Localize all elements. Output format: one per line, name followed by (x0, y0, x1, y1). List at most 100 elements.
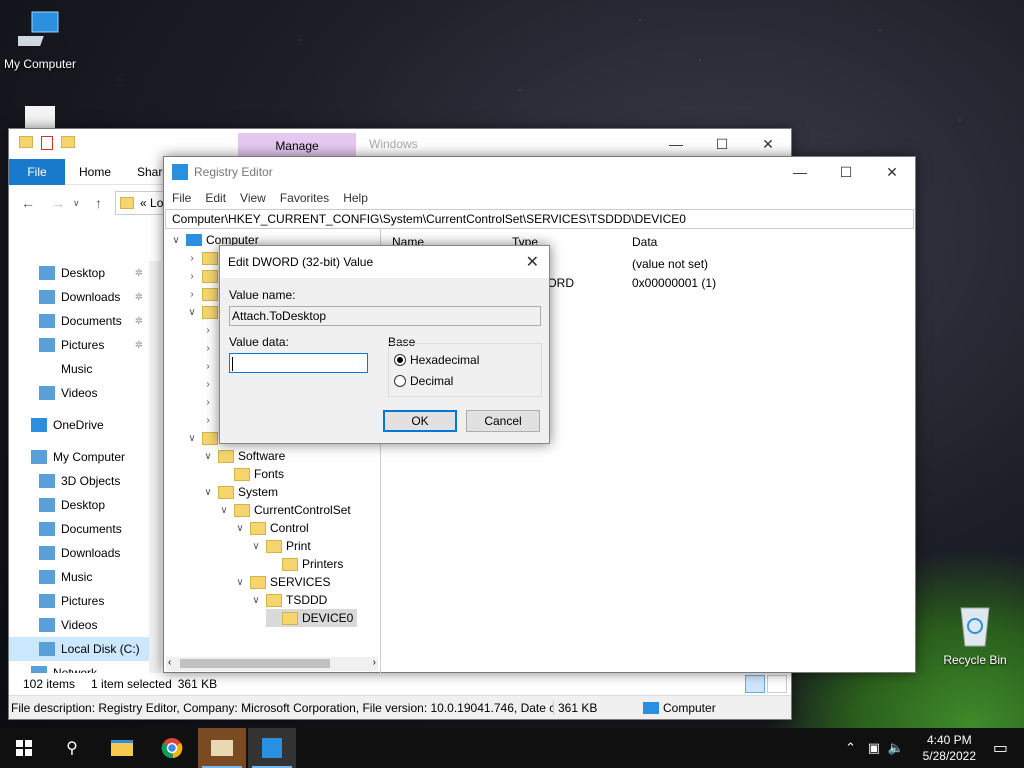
hexadecimal-radio[interactable]: Hexadecimal (394, 353, 479, 367)
tree-node-hkcc[interactable]: ∨ (186, 429, 222, 447)
nav-item[interactable]: Downloads (9, 541, 149, 565)
tree-node[interactable]: › (186, 249, 222, 267)
chevron-right-icon[interactable]: › (186, 289, 198, 300)
nav-item[interactable]: Documents ✲ (9, 309, 149, 333)
maximize-icon[interactable]: ☐ (823, 157, 869, 187)
tree-node[interactable]: › (202, 375, 214, 393)
tree-node-device0[interactable]: DEVICE0 (266, 609, 358, 627)
tree-node-software[interactable]: ∨ Software (202, 447, 285, 465)
edit-dword-dialog[interactable]: Edit DWORD (32-bit) Value ✕ Value name: … (219, 245, 550, 444)
ribbon-file-tab[interactable]: File (9, 159, 65, 185)
nav-item[interactable]: OneDrive (9, 413, 149, 437)
chevron-down-icon[interactable]: ∨ (170, 235, 182, 246)
chevron-right-icon[interactable]: › (202, 325, 214, 336)
nav-item[interactable]: Downloads ✲ (9, 285, 149, 309)
menu-file[interactable]: File (172, 191, 191, 205)
taskbar-clock[interactable]: 4:40 PM 5/28/2022 (923, 732, 976, 764)
registry-path-bar[interactable]: Computer\HKEY_CURRENT_CONFIG\System\Curr… (165, 209, 914, 229)
chevron-right-icon[interactable]: › (202, 361, 214, 372)
chevron-down-icon[interactable]: ∨ (234, 577, 246, 588)
menu-help[interactable]: Help (343, 191, 368, 205)
pin-icon[interactable]: ✲ (135, 292, 143, 303)
tree-node-print[interactable]: ∨ Print (250, 537, 310, 555)
nav-item[interactable]: Videos (9, 613, 149, 637)
desktop-icon-recycle-bin[interactable]: Recycle Bin (935, 602, 1015, 667)
nav-item[interactable]: 3D Objects (9, 469, 149, 493)
value-name-field[interactable]: Attach.ToDesktop (229, 306, 541, 326)
nav-item[interactable]: Network (9, 661, 149, 673)
chevron-right-icon[interactable]: › (202, 343, 214, 354)
explorer-titlebar[interactable]: Manage Windows — ☐ ✕ (9, 129, 791, 159)
pin-icon[interactable]: ✲ (135, 316, 143, 327)
taskbar-chrome[interactable] (148, 728, 196, 768)
scroll-right-icon[interactable]: › (373, 657, 376, 668)
notification-icon[interactable]: ▭ (993, 738, 1008, 758)
volume-icon[interactable]: 🔈 (888, 740, 904, 756)
tree-node-fonts[interactable]: Fonts (218, 465, 284, 483)
properties-icon[interactable] (41, 136, 53, 150)
desktop-file-icon[interactable] (22, 106, 58, 130)
taskbar-app[interactable] (198, 728, 246, 768)
ribbon-home-tab[interactable]: Home (79, 159, 111, 185)
tree-node-printers[interactable]: Printers (266, 555, 343, 573)
large-icons-view-icon[interactable] (767, 675, 787, 693)
tree-node[interactable]: › (202, 357, 214, 375)
tree-node[interactable]: › (186, 285, 222, 303)
close-icon[interactable]: ✕ (745, 129, 791, 159)
new-folder-icon[interactable] (61, 136, 75, 148)
chevron-right-icon[interactable]: › (202, 379, 214, 390)
minimize-icon[interactable]: — (653, 129, 699, 159)
tree-node[interactable]: › (186, 267, 222, 285)
chevron-down-icon[interactable]: ∨ (218, 505, 230, 516)
tree-node[interactable]: ∨ (186, 303, 222, 321)
chevron-right-icon[interactable]: › (202, 397, 214, 408)
nav-item[interactable]: Pictures ✲ (9, 333, 149, 357)
start-button[interactable] (0, 728, 48, 768)
tree-node-control[interactable]: ∨ Control (234, 519, 308, 537)
scroll-thumb[interactable] (180, 659, 330, 668)
nav-item[interactable]: Music (9, 357, 149, 381)
close-icon[interactable]: ✕ (869, 157, 915, 187)
recent-chevron-icon[interactable]: ∨ (73, 198, 80, 209)
chevron-down-icon[interactable]: ∨ (186, 307, 198, 318)
chevron-right-icon[interactable]: › (202, 415, 214, 426)
nav-item[interactable]: Pictures (9, 589, 149, 613)
nav-item[interactable]: Videos (9, 381, 149, 405)
dialog-titlebar[interactable]: Edit DWORD (32-bit) Value ✕ (220, 246, 549, 278)
chevron-up-icon[interactable]: ⌃ (845, 740, 856, 756)
tree-node-system[interactable]: ∨ System (202, 483, 278, 501)
regedit-titlebar[interactable]: Registry Editor — ☐ ✕ (164, 157, 915, 187)
tree-node[interactable]: › (202, 321, 214, 339)
menu-view[interactable]: View (240, 191, 266, 205)
chevron-down-icon[interactable]: ∨ (250, 541, 262, 552)
tree-node[interactable]: › (202, 411, 214, 429)
chevron-down-icon[interactable]: ∨ (202, 451, 214, 462)
scroll-left-icon[interactable]: ‹ (168, 657, 171, 668)
nav-item[interactable]: Desktop ✲ (9, 261, 149, 285)
chevron-right-icon[interactable]: › (186, 253, 198, 264)
pin-icon[interactable]: ✲ (135, 340, 143, 351)
menu-favorites[interactable]: Favorites (280, 191, 329, 205)
details-view-icon[interactable] (745, 675, 765, 693)
nav-item[interactable]: Local Disk (C:) (9, 637, 149, 661)
nav-item[interactable]: Desktop (9, 493, 149, 517)
nav-pane-scrollbar[interactable] (149, 261, 161, 673)
chevron-down-icon[interactable]: ∨ (250, 595, 262, 606)
column-data[interactable]: Data (632, 235, 657, 249)
tree-node-currentcontrolset[interactable]: ∨ CurrentControlSet (218, 501, 350, 519)
search-icon[interactable]: ⚲ (48, 728, 96, 768)
maximize-icon[interactable]: ☐ (699, 129, 745, 159)
decimal-radio[interactable]: Decimal (394, 374, 453, 388)
taskbar-file-explorer[interactable] (98, 728, 146, 768)
forward-arrow-icon[interactable]: → (51, 195, 65, 211)
nav-item[interactable]: My Computer (9, 445, 149, 469)
chevron-down-icon[interactable]: ∨ (186, 433, 198, 444)
nav-item[interactable]: Documents (9, 517, 149, 541)
network-icon[interactable]: ▣ (868, 740, 880, 756)
tree-node[interactable]: › (202, 393, 214, 411)
value-data-input[interactable] (229, 353, 368, 373)
nav-item[interactable]: Music (9, 565, 149, 589)
cancel-button[interactable]: Cancel (466, 410, 540, 432)
taskbar-registry-editor[interactable] (248, 728, 296, 768)
tree-horizontal-scrollbar[interactable]: ‹ › (166, 657, 378, 671)
